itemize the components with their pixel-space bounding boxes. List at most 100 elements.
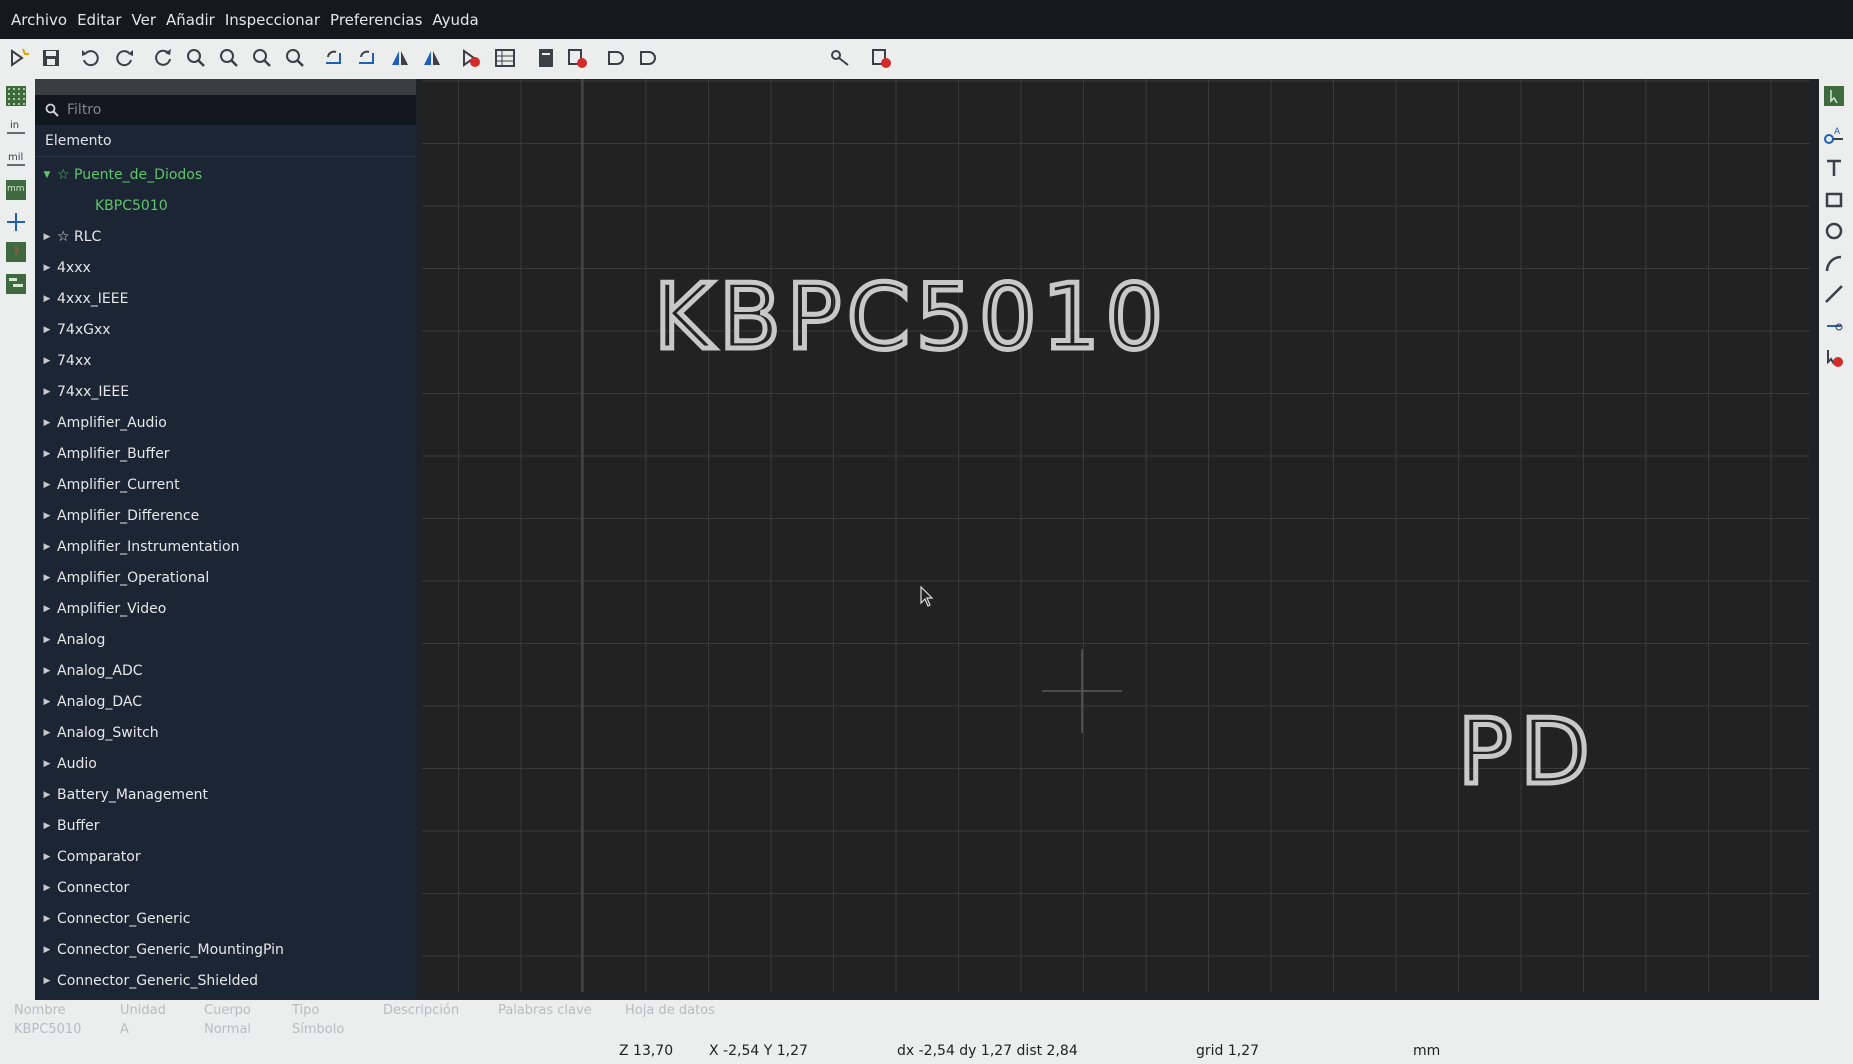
rotate-cw-icon[interactable] <box>355 47 379 71</box>
expand-arrow-icon[interactable]: ▶ <box>37 511 57 521</box>
expand-arrow-icon[interactable]: ▶ <box>37 263 57 273</box>
units-mm-icon[interactable]: mm <box>5 179 31 205</box>
tree-library-item[interactable]: ▶ Amplifier_Instrumentation <box>35 531 416 562</box>
check-symbol-icon[interactable] <box>566 47 590 71</box>
expand-arrow-icon[interactable]: ▶ <box>37 790 57 800</box>
tree-library-item[interactable]: ▶ Amplifier_Buffer <box>35 438 416 469</box>
tree-library-item[interactable]: ▶ 74xx_IEEE <box>35 376 416 407</box>
tree-library-item[interactable]: ▶ Amplifier_Operational <box>35 562 416 593</box>
undo-icon[interactable] <box>80 47 104 71</box>
tree-library-item[interactable]: ▶ Connector_Generic <box>35 903 416 934</box>
expand-arrow-icon[interactable]: ▶ <box>37 697 57 707</box>
tree-library-item[interactable]: ▶ 4xxx <box>35 252 416 283</box>
pin-connection-icon[interactable] <box>830 47 854 71</box>
expand-arrow-icon[interactable]: ▶ <box>37 232 57 242</box>
add-arc-icon[interactable] <box>1823 252 1849 278</box>
tree-library-item[interactable]: ▶ Connector_Generic_Shielded <box>35 965 416 996</box>
show-deMorgan-alternate-icon[interactable] <box>637 47 661 71</box>
menu-archivo[interactable]: Archivo <box>6 11 72 29</box>
units-mils-icon[interactable]: mil <box>5 149 31 175</box>
mirror-horizontal-icon[interactable] <box>420 47 444 71</box>
pin-table-icon[interactable] <box>494 47 518 71</box>
refresh-icon[interactable] <box>152 47 176 71</box>
tree-library-item[interactable]: ▶ Amplifier_Video <box>35 593 416 624</box>
tree-library-item[interactable]: ▶ ☆ RLC <box>35 221 416 252</box>
tree-library-item[interactable]: ▶ Connector_Generic_MountingPin <box>35 934 416 965</box>
expand-arrow-icon[interactable]: ▶ <box>37 976 57 986</box>
expand-arrow-icon[interactable]: ▶ <box>37 852 57 862</box>
tree-library-item[interactable]: ▶ Analog_DAC <box>35 686 416 717</box>
tree-symbol-item[interactable]: KBPC5010 <box>35 190 416 221</box>
symbol-properties-icon[interactable] <box>460 47 484 71</box>
symbol-canvas[interactable]: KBPC5010 PD <box>422 79 1810 992</box>
expand-arrow-icon[interactable]: ▶ <box>37 356 57 366</box>
expand-arrow-icon[interactable]: ▶ <box>37 418 57 428</box>
new-symbol-icon[interactable] <box>8 47 32 71</box>
collapse-arrow-icon[interactable]: ▼ <box>37 170 57 180</box>
expand-arrow-icon[interactable]: ▶ <box>37 325 57 335</box>
add-line-icon[interactable] <box>1823 283 1849 309</box>
tree-library-item[interactable]: ▶ Connector <box>35 872 416 903</box>
tree-library-item[interactable]: ▶ Battery_Management <box>35 779 416 810</box>
expand-arrow-icon[interactable]: ▶ <box>37 542 57 552</box>
save-icon[interactable] <box>40 47 64 71</box>
expand-arrow-icon[interactable]: ▶ <box>37 945 57 955</box>
pin-electrical-type-icon[interactable]: ? <box>5 241 31 267</box>
tree-library-item[interactable]: ▶ Audio <box>35 748 416 779</box>
menu-ayuda[interactable]: Ayuda <box>427 11 483 29</box>
add-rectangle-icon[interactable] <box>1823 189 1849 215</box>
zoom-in-icon[interactable] <box>185 47 209 71</box>
expand-arrow-icon[interactable]: ▶ <box>37 666 57 676</box>
tree-library-item[interactable]: ▶ Analog_ADC <box>35 655 416 686</box>
tree-library-item[interactable]: ▶ Buffer <box>35 810 416 841</box>
delete-icon[interactable] <box>1823 347 1849 373</box>
expand-arrow-icon[interactable]: ▶ <box>37 883 57 893</box>
tree-library-item[interactable]: ▶ Amplifier_Audio <box>35 407 416 438</box>
tree-library-item[interactable]: ▶ Amplifier_Current <box>35 469 416 500</box>
expand-arrow-icon[interactable]: ▶ <box>37 604 57 614</box>
expand-arrow-icon[interactable]: ▶ <box>37 449 57 459</box>
symbol-tree-toggle-icon[interactable] <box>5 273 31 299</box>
zoom-fit-icon[interactable] <box>251 47 275 71</box>
rotate-ccw-icon[interactable] <box>322 47 346 71</box>
add-circle-icon[interactable] <box>1823 220 1849 246</box>
menu-anadir[interactable]: Añadir <box>161 11 220 29</box>
insert-symbol-icon[interactable] <box>870 47 894 71</box>
anchor-icon[interactable] <box>1823 315 1849 341</box>
expand-arrow-icon[interactable]: ▶ <box>37 387 57 397</box>
tree-library-item[interactable]: ▶ Analog <box>35 624 416 655</box>
zoom-selection-icon[interactable] <box>284 47 308 71</box>
grid-toggle-icon[interactable] <box>5 85 31 111</box>
show-deMorgan-standard-icon[interactable] <box>605 47 629 71</box>
filter-input[interactable] <box>67 102 367 118</box>
add-text-icon[interactable] <box>1823 157 1849 183</box>
canvas-drawing[interactable]: KBPC5010 PD <box>422 79 1810 992</box>
tree-library-item[interactable]: ▶ Analog_Switch <box>35 717 416 748</box>
menu-preferencias[interactable]: Preferencias <box>325 11 427 29</box>
menu-ver[interactable]: Ver <box>127 11 162 29</box>
tree-library-item[interactable]: ▶ 74xGxx <box>35 314 416 345</box>
menu-editar[interactable]: Editar <box>72 11 126 29</box>
expand-arrow-icon[interactable]: ▶ <box>37 294 57 304</box>
tree-library-item[interactable]: ▶ Amplifier_Difference <box>35 500 416 531</box>
expand-arrow-icon[interactable]: ▶ <box>37 635 57 645</box>
select-icon[interactable] <box>1823 85 1849 111</box>
expand-arrow-icon[interactable]: ▶ <box>37 728 57 738</box>
menu-inspeccionar[interactable]: Inspeccionar <box>220 11 325 29</box>
symbol-reference-field[interactable]: PD <box>1456 698 1598 808</box>
expand-arrow-icon[interactable]: ▶ <box>37 759 57 769</box>
tree-library-item[interactable]: ▶ 74xx <box>35 345 416 376</box>
zoom-out-icon[interactable] <box>218 47 242 71</box>
add-pin-icon[interactable]: A <box>1823 125 1849 151</box>
expand-arrow-icon[interactable]: ▶ <box>37 821 57 831</box>
tree-library-item[interactable]: ▼ ☆ Puente_de_Diodos <box>35 159 416 190</box>
cursor-fullscreen-icon[interactable] <box>5 211 31 237</box>
expand-arrow-icon[interactable]: ▶ <box>37 573 57 583</box>
mirror-vertical-icon[interactable] <box>388 47 412 71</box>
expand-arrow-icon[interactable]: ▶ <box>37 480 57 490</box>
redo-icon[interactable] <box>113 47 137 71</box>
symbol-value-field[interactable]: KBPC5010 <box>652 263 1169 373</box>
datasheet-icon[interactable] <box>535 47 559 71</box>
units-inches-icon[interactable]: in <box>5 117 31 143</box>
tree-library-item[interactable]: ▶ 4xxx_IEEE <box>35 283 416 314</box>
